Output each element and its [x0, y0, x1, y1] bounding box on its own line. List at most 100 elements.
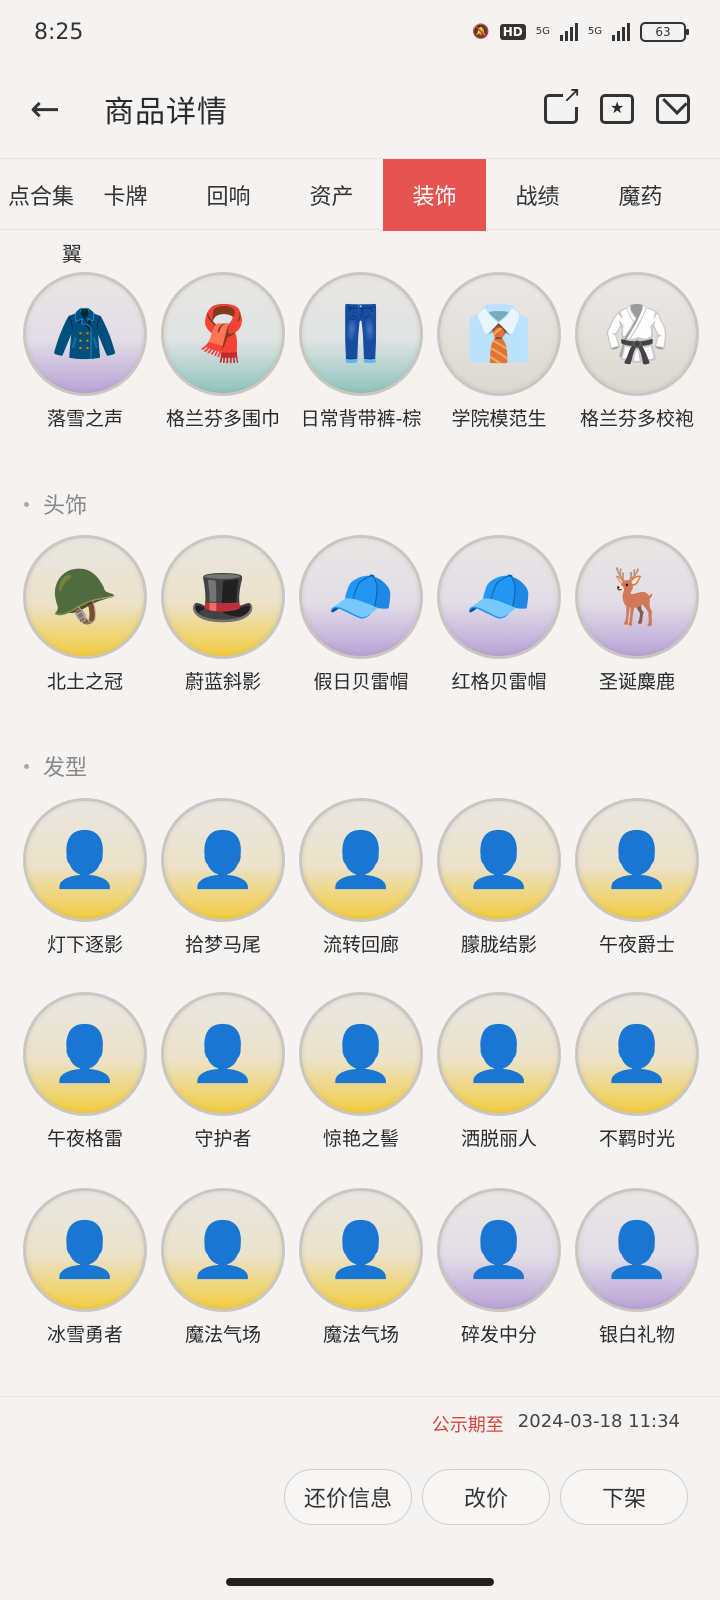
hd-badge: HD [499, 24, 526, 40]
list-item[interactable]: 👤 守护者 [154, 992, 292, 1152]
list-item[interactable]: 👤 午夜爵士 [568, 798, 706, 958]
mail-icon[interactable] [656, 94, 690, 124]
decoration-list[interactable]: 翼 🧥 落雪之声 🧣 格兰芬多围巾 👖 日常背带裤-棕 👔 学院模范生 🥋 格兰芬多校袍 … [0, 230, 720, 1405]
list-item[interactable]: 👤 午夜格雷 [16, 992, 154, 1152]
list-item[interactable]: 👔 学院模范生 [430, 272, 568, 432]
hairstyle-icon: 👤 [23, 798, 147, 922]
item-name: 蔚蓝斜影 [184, 671, 261, 693]
item-name: 银白礼物 [598, 1324, 675, 1346]
outfit-row: 🧥 落雪之声 🧣 格兰芬多围巾 👖 日常背带裤-棕 👔 学院模范生 🥋 格兰芬多校袍 [16, 272, 706, 432]
hairstyle-icon: 👤 [437, 992, 561, 1116]
item-name: 洒脱丽人 [460, 1128, 537, 1150]
list-item[interactable]: 👤 流转回廊 [292, 798, 430, 958]
list-item[interactable]: 👤 惊艳之髻 [292, 992, 430, 1152]
hair-row-2: 👤 午夜格雷 👤 守护者 👤 惊艳之髻 👤 洒脱丽人 👤 不羁时光 [16, 992, 706, 1152]
list-item[interactable]: 👤 魔法气场 [154, 1188, 292, 1348]
status-bar: 8:25 🔕 HD 5G 5G 63 [0, 0, 720, 64]
overalls-icon: 👖 [299, 272, 423, 396]
list-item[interactable]: 👤 碎发中分 [430, 1188, 568, 1348]
list-item[interactable]: 🧥 落雪之声 [16, 272, 154, 432]
hairstyle-icon: 👤 [575, 798, 699, 922]
section-headwear: 头饰 [24, 488, 87, 520]
item-name: 北土之冠 [46, 671, 123, 693]
list-item[interactable]: 👤 冰雪勇者 [16, 1188, 154, 1348]
publicity-deadline: 公示期至 2024-03-18 11:34 [432, 1411, 680, 1437]
list-item[interactable]: 👤 洒脱丽人 [430, 992, 568, 1152]
item-name: 日常背带裤-棕 [300, 408, 422, 430]
list-item[interactable]: 👤 银白礼物 [568, 1188, 706, 1348]
tab-potion[interactable]: 魔药 [589, 159, 692, 231]
counter-offer-button[interactable]: 还价信息 [284, 1469, 412, 1525]
item-name: 落雪之声 [46, 408, 123, 430]
hairstyle-icon: 👤 [575, 992, 699, 1116]
hairstyle-icon: 👤 [299, 798, 423, 922]
item-name: 灯下逐影 [46, 934, 123, 956]
hairstyle-icon: 👤 [161, 798, 285, 922]
share-icon[interactable] [544, 85, 581, 124]
list-item[interactable]: 🥋 格兰芬多校袍 [568, 272, 706, 432]
hairstyle-icon: 👤 [299, 1188, 423, 1312]
change-price-button[interactable]: 改价 [422, 1469, 550, 1525]
item-name: 午夜格雷 [46, 1128, 123, 1150]
list-item[interactable]: 👤 朦胧结影 [430, 798, 568, 958]
app-header: ← 商品详情 [0, 64, 720, 154]
list-item[interactable]: 👤 魔法气场 [292, 1188, 430, 1348]
hairstyle-icon: 👤 [437, 1188, 561, 1312]
section-title: 头饰 [43, 494, 88, 519]
footer-bar: 公示期至 2024-03-18 11:34 还价信息 改价 下架 [0, 1396, 720, 1600]
deadline-value: 2024-03-18 11:34 [517, 1411, 680, 1432]
list-item[interactable]: 👤 拾梦马尾 [154, 798, 292, 958]
back-arrow-icon[interactable]: ← [30, 89, 70, 130]
list-item[interactable]: 🦌 圣诞麋鹿 [568, 535, 706, 695]
list-item[interactable]: 🧣 格兰芬多围巾 [154, 272, 292, 432]
tab-assets[interactable]: 资产 [280, 159, 383, 231]
item-name: 假日贝雷帽 [313, 671, 409, 693]
list-item[interactable]: 🧢 红格贝雷帽 [430, 535, 568, 695]
hat-icon: 🎩 [161, 535, 285, 659]
tab-echo[interactable]: 回响 [177, 159, 280, 231]
item-name: 格兰芬多围巾 [165, 408, 280, 430]
home-indicator[interactable] [226, 1578, 494, 1586]
page-title: 商品详情 [104, 95, 228, 130]
item-name: 冰雪勇者 [46, 1324, 123, 1346]
signal-icon-2 [612, 23, 630, 41]
delist-button[interactable]: 下架 [560, 1469, 688, 1525]
tab-cards[interactable]: 卡牌 [74, 159, 177, 231]
hairstyle-icon: 👤 [161, 1188, 285, 1312]
network-type: 5G [535, 26, 550, 37]
section-title: 发型 [43, 756, 88, 781]
list-item[interactable]: 👤 灯下逐影 [16, 798, 154, 958]
hairstyle-icon: 👤 [23, 1188, 147, 1312]
list-item[interactable]: 👖 日常背带裤-棕 [292, 272, 430, 432]
hairstyle-icon: 👤 [299, 992, 423, 1116]
list-item[interactable]: 🧢 假日贝雷帽 [292, 535, 430, 695]
mute-icon: 🔕 [472, 24, 490, 40]
item-name: 魔法气场 [184, 1324, 261, 1346]
item-name: 不羁时光 [598, 1128, 675, 1150]
item-name: 惊艳之髻 [322, 1128, 399, 1150]
beret-icon: 🧢 [437, 535, 561, 659]
signal-icon [559, 23, 578, 41]
tab-decoration[interactable]: 装饰 [383, 159, 486, 231]
robe-icon: 🥋 [575, 272, 699, 396]
shirt-icon: 👔 [437, 272, 561, 396]
list-item[interactable]: 🎩 蔚蓝斜影 [154, 535, 292, 695]
header-actions [544, 85, 690, 124]
item-name: 格兰芬多校袍 [579, 408, 694, 430]
sweater-icon: 🧥 [23, 272, 147, 396]
hair-row-3: 👤 冰雪勇者 👤 魔法气场 👤 魔法气场 👤 碎发中分 👤 银白礼物 [16, 1188, 706, 1348]
item-name: 圣诞麋鹿 [598, 671, 675, 693]
tab-record[interactable]: 战绩 [486, 159, 589, 231]
category-tabs: 点合集 卡牌 回响 资产 装饰 战绩 魔药 [0, 158, 720, 231]
beret-icon: 🧢 [299, 535, 423, 659]
favorite-folder-icon[interactable] [600, 94, 634, 124]
status-icons: 🔕 HD 5G 5G 63 [472, 22, 689, 42]
tab-collection[interactable]: 点合集 [0, 159, 74, 231]
list-item[interactable]: 👤 不羁时光 [568, 992, 706, 1152]
list-item[interactable]: 🪖 北土之冠 [16, 535, 154, 695]
bullet-icon [24, 763, 29, 769]
status-time: 8:25 [34, 19, 84, 45]
scarf-icon: 🧣 [161, 272, 285, 396]
item-name: 学院模范生 [451, 408, 547, 430]
truncated-item-label: 翼 [62, 242, 82, 266]
